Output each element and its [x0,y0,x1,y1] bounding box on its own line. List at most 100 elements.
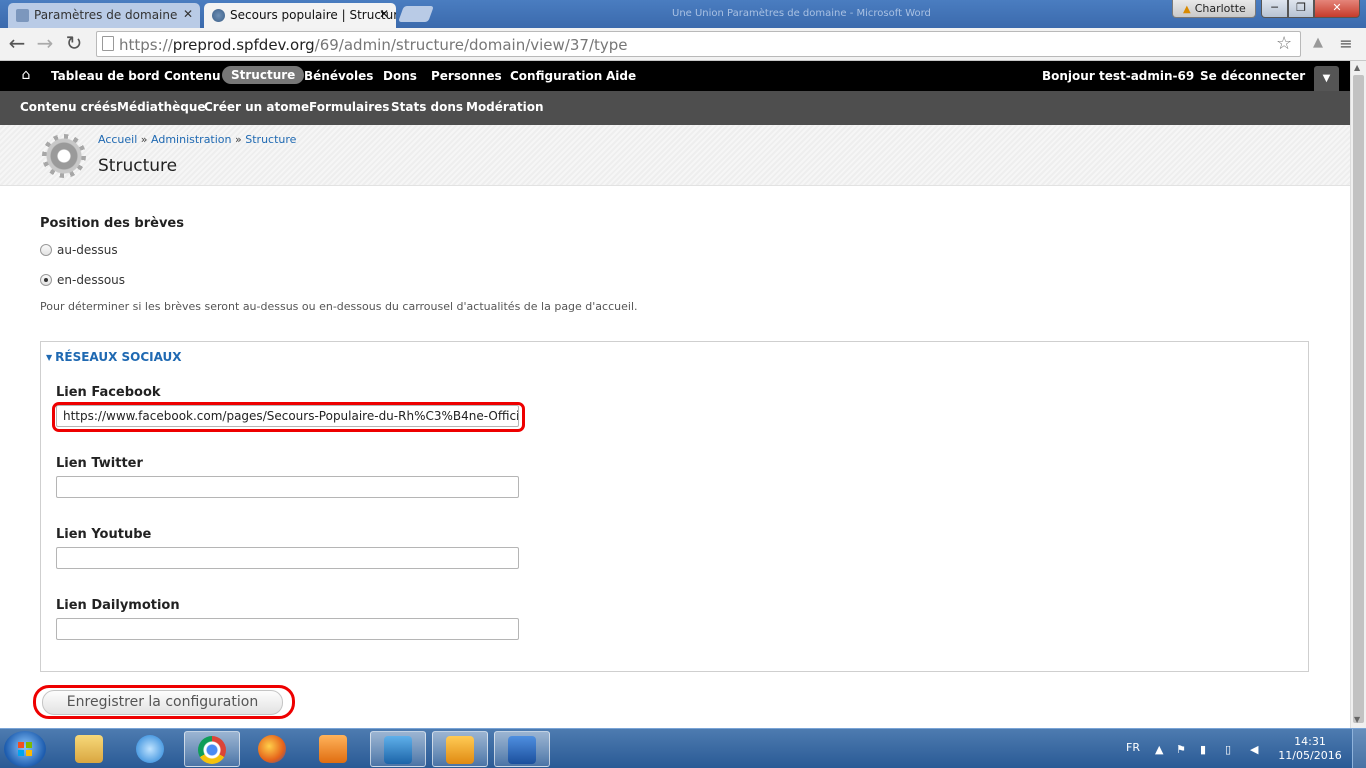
user-name: Charlotte [1194,2,1246,15]
close-icon[interactable]: ✕ [379,7,389,21]
taskbar-media-player[interactable] [306,731,362,767]
bookmark-star-icon[interactable]: ☆ [1276,33,1292,54]
action-center-flag-icon[interactable]: ⚑ [1176,743,1186,756]
folder-icon [75,735,103,763]
reload-icon[interactable]: ↻ [62,32,86,54]
browser-tab-structure[interactable]: Secours populaire | Structure ✕ [204,3,396,28]
logout-link[interactable]: Se déconnecter [1200,69,1305,83]
scroll-down-icon[interactable]: ▼ [1354,715,1360,724]
tab-title: Secours populaire | Structure [230,8,396,22]
back-arrow-icon[interactable]: ← [5,32,29,54]
radio-above-row[interactable]: au-dessus [40,243,118,257]
dailymotion-link-input[interactable] [56,618,519,640]
shortcut-content-created[interactable]: Contenu créés [20,100,117,114]
greeting-text: Bonjour [1042,69,1095,83]
shortcut-media-library[interactable]: Médiathèque [117,100,206,114]
page-icon [16,9,29,22]
position-label: Position des brèves [40,216,184,231]
radio-above-label[interactable]: au-dessus [57,243,118,257]
maximize-button[interactable]: ❐ [1288,0,1314,18]
chevron-down-icon[interactable]: ▼ [1314,66,1339,91]
social-networks-legend[interactable]: ▼ RÉSEAUX SOCIAUX [46,350,182,364]
radio-below[interactable] [40,274,52,286]
extension-icon[interactable]: ▲ [1307,35,1329,51]
shortcut-create-atom[interactable]: Créer un atome [204,100,309,114]
caret-down-icon: ▼ [46,353,53,362]
show-hidden-icons-icon[interactable]: ▲ [1155,743,1163,756]
admin-menu-bar: ⌂ Tableau de bord Contenu Structure Béné… [0,61,1350,91]
url-path: /69/admin/structure/domain/view/37/type [314,36,628,54]
browser-toolbar: ← → ↻ https://preprod.spfdev.org/69/admi… [0,28,1366,61]
media-player-icon [319,735,347,763]
lync-icon [384,736,412,764]
admin-menu-donations[interactable]: Dons [383,69,417,83]
breadcrumb-separator: » [235,133,242,146]
home-icon[interactable]: ⌂ [18,67,34,83]
volume-icon[interactable]: ◀ [1250,743,1258,756]
chrome-icon [198,736,226,764]
outlook-icon [446,736,474,764]
minimize-button[interactable]: ─ [1261,0,1288,18]
taskbar-lync[interactable] [370,731,426,767]
network-icon[interactable]: ▮ [1200,743,1206,756]
page-info-icon[interactable] [102,36,114,51]
battery-icon[interactable]: ▯ [1225,743,1231,756]
radio-below-row[interactable]: en-dessous [40,273,125,287]
shortcut-forms[interactable]: Formulaires [309,100,389,114]
save-configuration-button[interactable]: Enregistrer la configuration [42,690,283,715]
start-button[interactable] [4,731,46,767]
vertical-scrollbar[interactable]: ▲ ▼ [1350,61,1366,728]
legend-text[interactable]: RÉSEAUX SOCIAUX [55,350,181,364]
greeting: Bonjour test-admin-69 [1042,69,1194,83]
taskbar-word[interactable] [494,731,550,767]
clock-time: 14:31 [1294,735,1326,748]
forward-arrow-icon[interactable]: → [33,32,57,54]
admin-menu-structure[interactable]: Structure [222,66,305,84]
twitter-link-input[interactable] [56,476,519,498]
url-host: preprod.spfdev.org [172,36,315,54]
window-title: Une Union Paramètres de domaine - Micros… [672,8,931,19]
close-window-button[interactable]: ✕ [1314,0,1360,18]
browser-menu-icon[interactable]: ≡ [1337,34,1355,53]
page-header: Accueil » Administration » Structure Str… [0,125,1350,186]
radio-below-label[interactable]: en-dessous [57,273,125,287]
admin-menu-volunteers[interactable]: Bénévoles [304,69,373,83]
breadcrumb-structure[interactable]: Structure [245,133,296,146]
show-desktop-button[interactable] [1352,729,1366,768]
internet-explorer-icon [136,735,164,763]
facebook-label: Lien Facebook [56,385,161,400]
scrollbar-thumb[interactable] [1353,75,1364,723]
clock-date: 11/05/2016 [1278,749,1342,762]
taskbar-outlook[interactable] [432,731,488,767]
drupal-icon [212,9,225,22]
browser-tab-strip: Paramètres de domaine ✕ Secours populair… [0,0,1366,28]
close-icon[interactable]: ✕ [183,7,193,21]
url-scheme: https:// [119,36,173,54]
user-profile-chip[interactable]: ▲ Charlotte [1172,0,1256,18]
language-indicator[interactable]: FR [1126,741,1140,754]
breadcrumb-administration[interactable]: Administration [151,133,232,146]
youtube-link-input[interactable] [56,547,519,569]
admin-menu-people[interactable]: Personnes [431,69,502,83]
admin-menu-dashboard[interactable]: Tableau de bord [51,69,160,83]
admin-menu-configuration[interactable]: Configuration [510,69,602,83]
shortcut-moderation[interactable]: Modération [466,100,544,114]
username[interactable]: test-admin-69 [1099,69,1194,83]
taskbar-internet-explorer[interactable] [123,731,179,767]
breadcrumb-home[interactable]: Accueil [98,133,137,146]
radio-above[interactable] [40,244,52,256]
admin-menu-help[interactable]: Aide [606,69,636,83]
scroll-up-icon[interactable]: ▲ [1354,63,1360,72]
facebook-highlight-annotation [52,402,525,432]
taskbar-firefox[interactable] [245,731,301,767]
position-help-text: Pour déterminer si les brèves seront au-… [40,300,638,313]
new-tab-button[interactable] [398,6,434,22]
taskbar-explorer[interactable] [62,731,118,767]
taskbar-chrome[interactable] [184,731,240,767]
word-icon [508,736,536,764]
system-clock[interactable]: 14:31 11/05/2016 [1278,735,1342,763]
address-bar[interactable]: https://preprod.spfdev.org/69/admin/stru… [96,31,1301,57]
browser-tab-domain-settings[interactable]: Paramètres de domaine ✕ [8,3,200,28]
admin-menu-content[interactable]: Contenu [164,69,221,83]
shortcut-donation-stats[interactable]: Stats dons [391,100,463,114]
